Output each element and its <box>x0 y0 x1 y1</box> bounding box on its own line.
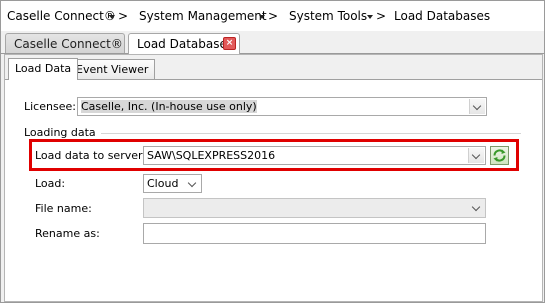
dropdown-button[interactable] <box>469 99 485 114</box>
server-label: Load data to server: <box>35 149 147 162</box>
loading-data-group-label: Loading data <box>24 126 96 139</box>
file-name-label: File name: <box>35 202 92 215</box>
rename-input[interactable] <box>143 223 486 244</box>
tab-label: Load Databases <box>137 37 234 51</box>
dropdown-button[interactable] <box>468 148 484 163</box>
breadcrumb-label: Caselle Connect® <box>7 9 116 23</box>
tab-label: Event Viewer <box>76 63 149 76</box>
chevron-down-icon <box>472 101 482 111</box>
load-databases-panel: Load Data Event Viewer Licensee: Caselle… <box>4 54 543 302</box>
close-icon[interactable]: × <box>223 37 236 50</box>
dropdown-button[interactable] <box>469 200 484 215</box>
refresh-servers-button[interactable] <box>490 146 509 165</box>
licensee-value: Caselle, Inc. (In-house use only) <box>81 100 257 113</box>
load-select[interactable]: Cloud <box>143 174 202 193</box>
tab-load-databases[interactable]: Load Databases × <box>128 33 240 54</box>
file-name-select[interactable] <box>143 198 486 218</box>
breadcrumb-separator[interactable]: > <box>367 9 386 23</box>
dropdown-arrow-icon <box>367 14 373 19</box>
server-select[interactable]: SAW\SQLEXPRESS2016 <box>143 146 486 165</box>
chevron-down-icon <box>471 150 481 160</box>
breadcrumb-load-databases[interactable]: Load Databases <box>394 9 490 23</box>
load-value: Cloud <box>147 177 179 190</box>
chevron-down-icon <box>471 202 481 212</box>
licensee-select[interactable]: Caselle, Inc. (In-house use only) <box>77 97 487 116</box>
dropdown-arrow-icon <box>109 14 115 19</box>
refresh-icon <box>493 149 506 162</box>
load-data-form: Licensee: Caselle, Inc. (In-house use on… <box>5 80 542 301</box>
rename-label: Rename as: <box>35 227 100 240</box>
breadcrumb-system-tools[interactable]: System Tools <box>289 9 367 23</box>
load-label: Load: <box>35 177 66 190</box>
tab-event-viewer[interactable]: Event Viewer <box>69 59 156 79</box>
chevron-down-icon <box>187 178 197 188</box>
breadcrumb-separator[interactable]: > <box>109 9 128 23</box>
server-value: SAW\SQLEXPRESS2016 <box>147 149 276 162</box>
sub-tab-strip: Load Data Event Viewer <box>5 55 542 80</box>
tab-caselle-connect[interactable]: Caselle Connect® <box>5 33 125 53</box>
breadcrumb-caselle-connect[interactable]: Caselle Connect® <box>7 9 116 23</box>
dropdown-arrow-icon <box>259 14 265 19</box>
breadcrumb-separator[interactable]: > <box>259 9 278 23</box>
window-frame: Caselle Connect® > System Management > S… <box>0 0 545 303</box>
breadcrumb: Caselle Connect® > System Management > S… <box>1 1 544 31</box>
breadcrumb-label: System Tools <box>289 9 368 23</box>
breadcrumb-system-management[interactable]: System Management <box>139 9 267 23</box>
group-divider <box>101 133 521 134</box>
dropdown-button[interactable] <box>185 176 200 191</box>
tab-label: Load Data <box>15 62 72 75</box>
breadcrumb-label: System Management <box>139 9 267 23</box>
breadcrumb-label: Load Databases <box>394 9 491 23</box>
licensee-label: Licensee: <box>24 100 76 113</box>
tab-label: Caselle Connect® <box>14 37 123 51</box>
document-tab-strip: Caselle Connect® Load Databases × <box>1 31 544 54</box>
tab-load-data[interactable]: Load Data <box>8 58 79 80</box>
